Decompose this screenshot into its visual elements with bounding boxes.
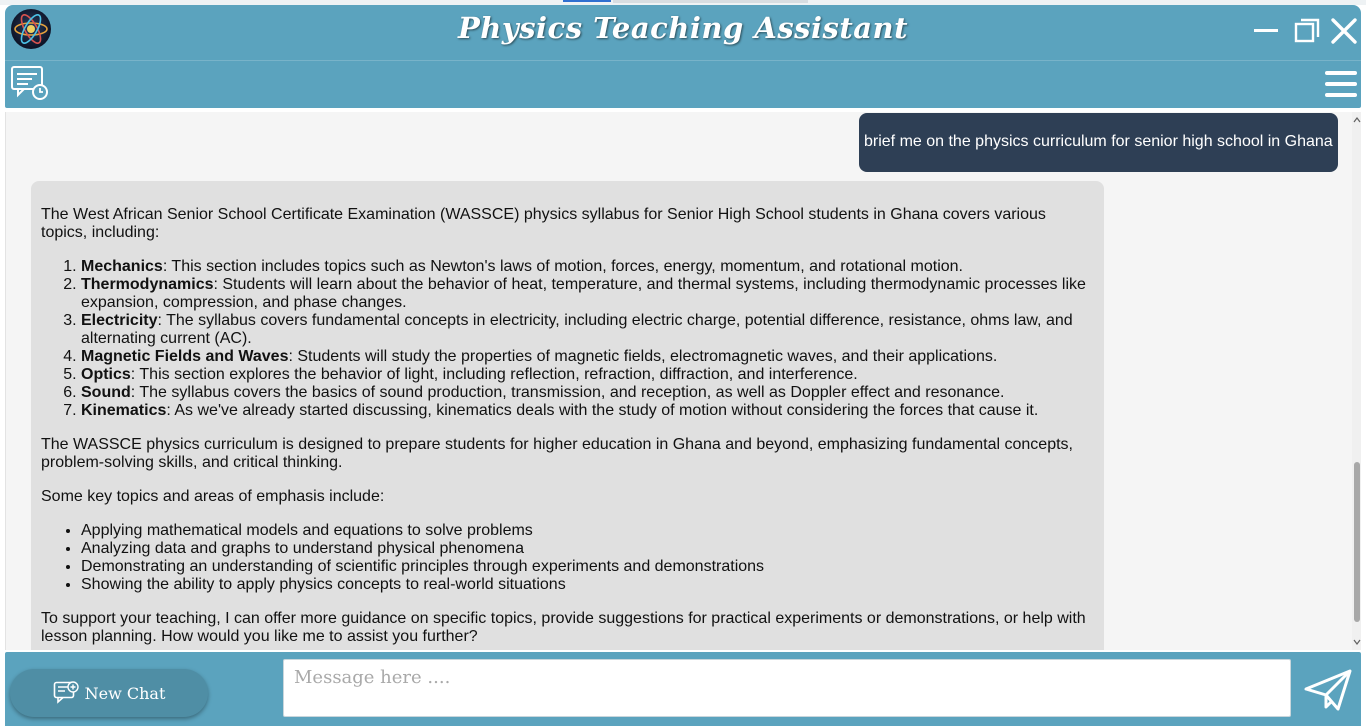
list-item: Thermodynamics: Students will learn abou…: [81, 276, 1094, 312]
topic-desc: : This section includes topics such as N…: [162, 258, 963, 275]
top-edge-shade: [613, 0, 808, 3]
topic-title: Kinematics: [81, 402, 167, 419]
app-title: Physics Teaching Assistant: [457, 11, 909, 45]
scroll-up-arrow-icon[interactable]: [1353, 116, 1361, 124]
new-chat-label: New Chat: [84, 683, 166, 703]
topic-desc: : This section explores the behavior of …: [130, 366, 858, 383]
scrollbar-thumb[interactable]: [1354, 462, 1360, 622]
send-paper-plane-icon[interactable]: [1304, 669, 1352, 711]
list-item: Analyzing data and graphs to understand …: [81, 540, 1094, 558]
topic-title: Thermodynamics: [81, 276, 214, 293]
list-item: Sound: The syllabus covers the basics of…: [81, 384, 1094, 402]
header-divider: [5, 60, 1361, 61]
chat-messages-area[interactable]: brief me on the physics curriculum for s…: [5, 112, 1361, 650]
hamburger-menu-icon[interactable]: [1323, 68, 1359, 100]
close-icon[interactable]: [1328, 15, 1360, 47]
chat-scrollbar[interactable]: [1352, 112, 1361, 650]
new-chat-button[interactable]: New Chat: [10, 669, 208, 717]
topic-title: Mechanics: [81, 258, 163, 275]
restore-icon[interactable]: [1291, 15, 1323, 47]
topic-title: Optics: [81, 366, 131, 383]
list-item: Mechanics: This section includes topics …: [81, 258, 1094, 276]
list-item: Kinematics: As we've already started dis…: [81, 402, 1094, 420]
topic-desc: : The syllabus covers the basics of soun…: [130, 384, 1005, 401]
topic-title: Sound: [81, 384, 131, 401]
top-edge-highlight: [563, 0, 611, 2]
assistant-paragraph: Some key topics and areas of emphasis in…: [41, 488, 385, 505]
list-item: Showing the ability to apply physics con…: [81, 576, 1094, 594]
list-item: Electricity: The syllabus covers fundame…: [81, 312, 1094, 348]
assistant-paragraph: The WASSCE physics curriculum is designe…: [41, 436, 1073, 471]
minimize-icon[interactable]: [1250, 15, 1282, 47]
list-item: Optics: This section explores the behavi…: [81, 366, 1094, 384]
topic-title: Magnetic Fields and Waves: [81, 348, 289, 365]
topic-desc: : Students will study the properties of …: [288, 348, 998, 365]
emphasis-list: Applying mathematical models and equatio…: [41, 522, 1094, 594]
list-item: Magnetic Fields and Waves: Students will…: [81, 348, 1094, 366]
topic-desc: : As we've already started discussing, k…: [166, 402, 1039, 419]
topic-desc: : Students will learn about the behavior…: [81, 276, 1086, 311]
scroll-down-arrow-icon[interactable]: [1353, 638, 1361, 646]
app-header: Physics Teaching Assistant: [5, 5, 1361, 108]
assistant-message-bubble: The West African Senior School Certifica…: [31, 181, 1104, 650]
topic-list: Mechanics: This section includes topics …: [41, 258, 1094, 420]
assistant-intro: The West African Senior School Certifica…: [41, 206, 1046, 241]
assistant-closing: To support your teaching, I can offer mo…: [41, 610, 1086, 645]
user-message-bubble: brief me on the physics curriculum for s…: [859, 113, 1338, 172]
new-chat-icon: [53, 681, 79, 704]
list-item: Applying mathematical models and equatio…: [81, 522, 1094, 540]
input-footer: New Chat: [5, 652, 1361, 726]
chat-history-icon[interactable]: [10, 65, 50, 101]
list-item: Demonstrating an understanding of scient…: [81, 558, 1094, 576]
topic-desc: : The syllabus covers fundamental concep…: [81, 312, 1073, 347]
topic-title: Electricity: [81, 312, 158, 329]
message-input[interactable]: [283, 659, 1291, 717]
